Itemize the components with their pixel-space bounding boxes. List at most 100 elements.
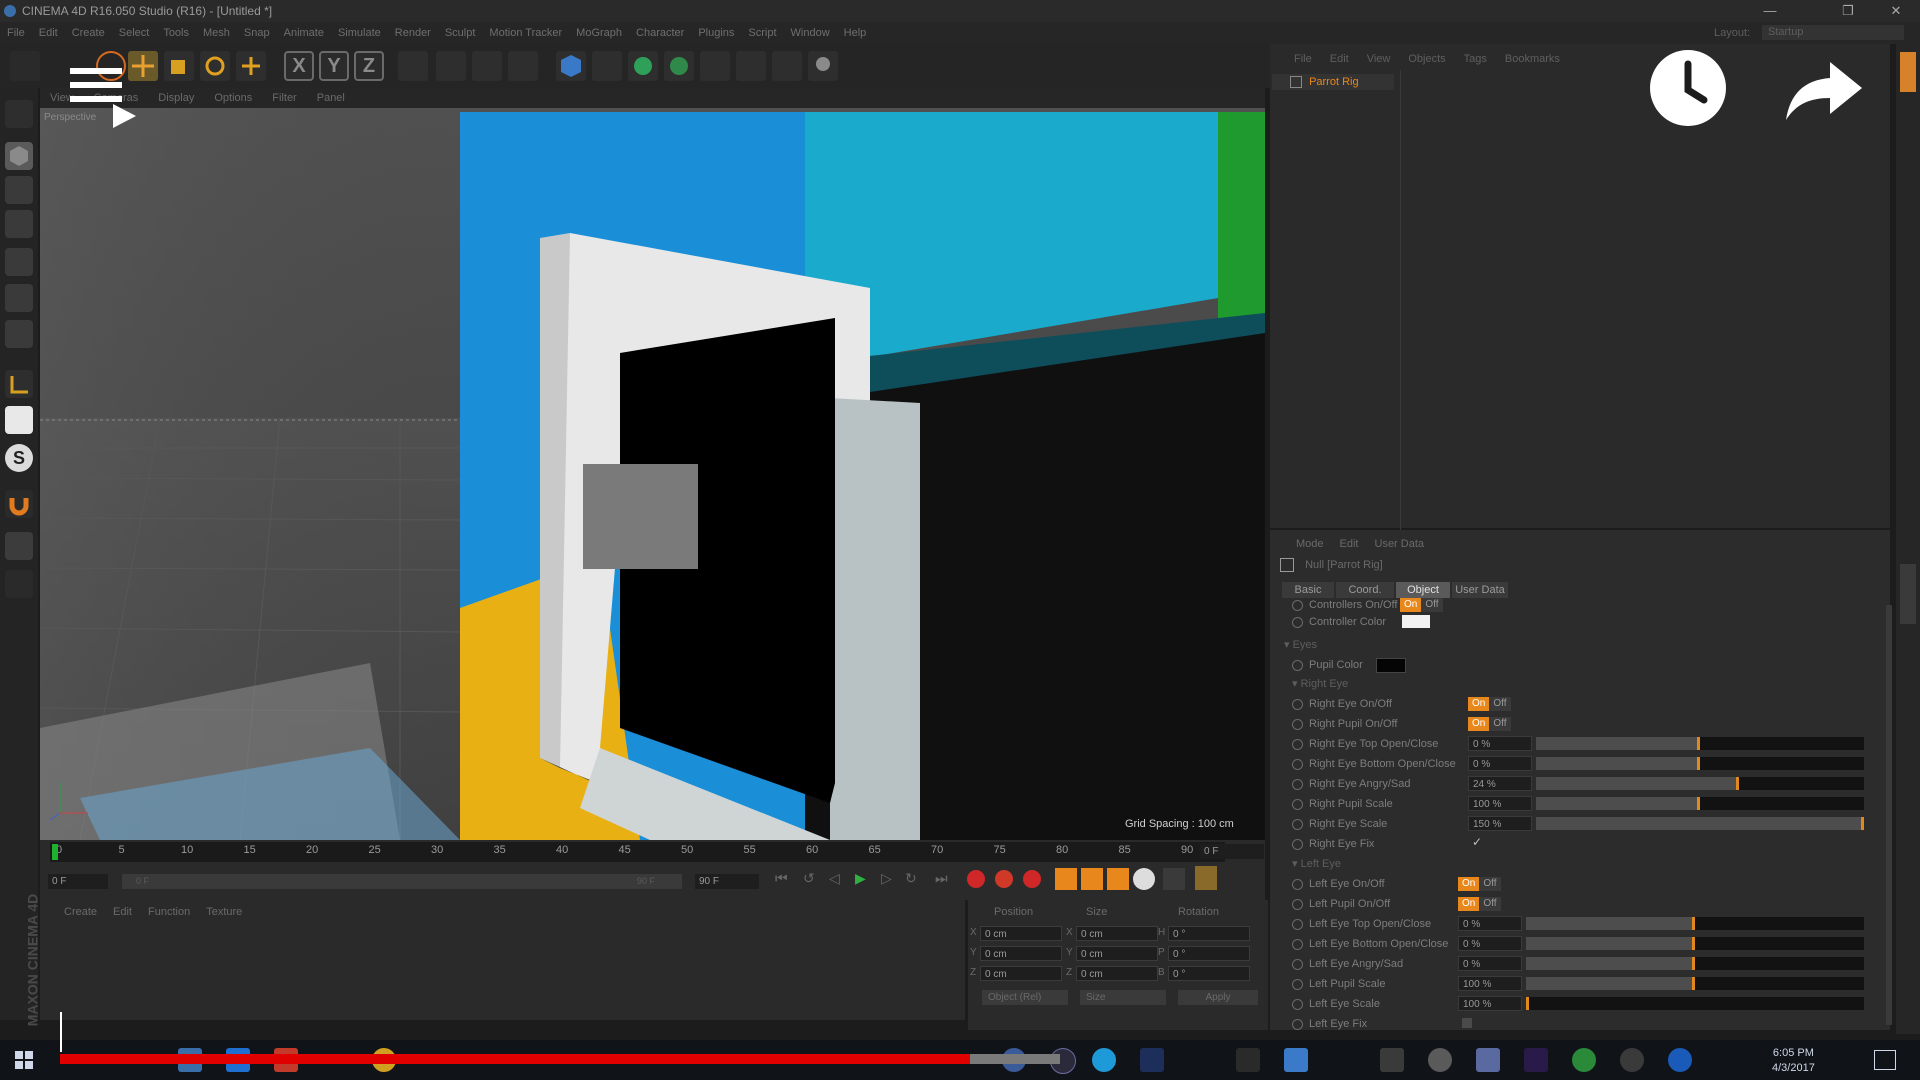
material-menu-function[interactable]: Function <box>140 906 198 918</box>
taskbar-photoshop-icon[interactable] <box>1140 1048 1164 1072</box>
position-field[interactable]: 0 cm <box>980 946 1062 961</box>
animate-dot-icon[interactable] <box>1292 838 1303 850</box>
menu-snap[interactable]: Snap <box>237 22 277 44</box>
parameter-key-icon[interactable] <box>1133 868 1155 890</box>
slider-handle[interactable] <box>1526 997 1529 1010</box>
end-frame-field[interactable]: 90 F <box>695 874 759 889</box>
left-eye-param-value-field[interactable]: 100 % <box>1458 976 1522 991</box>
slider-handle[interactable] <box>1736 777 1740 790</box>
animate-dot-icon[interactable] <box>1292 818 1303 830</box>
next-frame-icon[interactable]: ▷ <box>881 870 892 887</box>
maximize-button[interactable]: ❐ <box>1828 0 1868 22</box>
menu-select[interactable]: Select <box>112 22 157 44</box>
menu-simulate[interactable]: Simulate <box>331 22 388 44</box>
windows-start-button[interactable] <box>14 1050 34 1070</box>
animate-dot-icon[interactable] <box>1292 978 1303 990</box>
slider-handle[interactable] <box>1697 797 1700 810</box>
menu-animate[interactable]: Animate <box>277 22 331 44</box>
viewport-menu-panel[interactable]: Panel <box>307 88 355 108</box>
menu-create[interactable]: Create <box>65 22 112 44</box>
slider-handle[interactable] <box>1697 737 1700 750</box>
menu-mograph[interactable]: MoGraph <box>569 22 629 44</box>
go-to-start-icon[interactable]: ⏮ <box>775 870 788 887</box>
tweak-mode-button[interactable] <box>5 406 33 434</box>
y-axis-lock-button[interactable]: Y <box>319 51 349 81</box>
attr-menu-mode[interactable]: Mode <box>1270 536 1332 552</box>
tab-user-data[interactable]: User Data <box>1452 582 1508 598</box>
taskbar-browser-icon[interactable] <box>1428 1048 1452 1072</box>
menu-plugins[interactable]: Plugins <box>691 22 741 44</box>
floor-button[interactable] <box>736 51 766 81</box>
objmgr-menu-view[interactable]: View <box>1358 48 1400 70</box>
3d-viewport[interactable]: Perspective Grid Spacing : 100 cm <box>40 108 1265 840</box>
x-axis-lock-button[interactable]: X <box>284 51 314 81</box>
left-eye-param-slider[interactable] <box>1526 957 1864 970</box>
workplane-mode-button[interactable] <box>5 210 33 238</box>
workplane-lock-button[interactable] <box>5 532 33 560</box>
range-slider[interactable]: 0 F 90 F <box>122 874 682 889</box>
array-button[interactable] <box>664 51 694 81</box>
previous-frame-icon[interactable]: ◁ <box>829 870 840 887</box>
coordinate-system-button[interactable] <box>398 51 428 81</box>
size-field[interactable]: 0 cm <box>1076 946 1158 961</box>
menu-script[interactable]: Script <box>741 22 783 44</box>
material-menu-texture[interactable]: Texture <box>198 906 250 918</box>
taskbar-settings-icon[interactable] <box>1476 1048 1500 1072</box>
undo-button[interactable] <box>10 51 40 81</box>
right-eye-param-value-field[interactable]: 0 % <box>1468 736 1532 751</box>
rotation-key-icon[interactable] <box>1107 868 1129 890</box>
animate-dot-icon[interactable] <box>1292 1018 1303 1030</box>
size-field[interactable]: 0 cm <box>1076 966 1158 981</box>
slider-handle[interactable] <box>1861 817 1864 830</box>
keyframe-selection-icon[interactable] <box>1023 870 1041 888</box>
object-row-parrot-rig[interactable]: Parrot Rig <box>1272 74 1394 90</box>
menu-mesh[interactable]: Mesh <box>196 22 237 44</box>
right-eye-param-slider[interactable] <box>1536 797 1864 810</box>
off-toggle[interactable]: Off <box>1479 877 1501 891</box>
eyes-group-header[interactable]: ▾ Eyes <box>1284 638 1317 652</box>
close-button[interactable]: ✕ <box>1876 0 1916 22</box>
taskbar-clock[interactable]: 6:05 PM 4/3/2017 <box>1772 1046 1815 1076</box>
on-toggle[interactable]: On <box>1468 717 1490 731</box>
current-frame-field[interactable]: 0 F <box>1200 844 1264 859</box>
right-eye-param-slider[interactable] <box>1536 737 1864 750</box>
render-settings-button[interactable] <box>508 51 538 81</box>
taskbar-skype-icon[interactable] <box>1092 1048 1116 1072</box>
slider-handle[interactable] <box>1692 977 1695 990</box>
pupil-color-swatch[interactable] <box>1376 658 1406 673</box>
scale-tool-button[interactable] <box>164 51 194 81</box>
taskbar-app-icon[interactable] <box>1284 1048 1308 1072</box>
controller-color-swatch[interactable] <box>1402 615 1430 628</box>
timeline-ruler[interactable]: 0 5 10 15 20 25 30 35 40 45 50 55 60 65 70 75 80 85 90 <box>50 842 1225 862</box>
viewport-menu-display[interactable]: Display <box>148 88 204 108</box>
animate-dot-icon[interactable] <box>1292 958 1303 970</box>
position-field[interactable]: 0 cm <box>980 926 1062 941</box>
attr-menu-edit[interactable]: Edit <box>1332 536 1367 552</box>
playhead[interactable] <box>52 844 58 860</box>
material-menu-edit[interactable]: Edit <box>105 906 140 918</box>
left-eye-param-onoff[interactable]: On Off <box>1458 877 1501 891</box>
right-eye-param-value-field[interactable]: 100 % <box>1468 796 1532 811</box>
right-eye-param-slider[interactable] <box>1536 817 1864 830</box>
polygons-mode-button[interactable] <box>5 320 33 348</box>
side-tab-objects[interactable] <box>1900 52 1916 92</box>
position-key-icon[interactable] <box>1055 868 1077 890</box>
objmgr-menu-objects[interactable]: Objects <box>1399 48 1454 70</box>
light-button[interactable] <box>808 51 838 81</box>
left-eye-param-value-field[interactable]: 0 % <box>1458 916 1522 931</box>
share-button[interactable] <box>1784 58 1864 122</box>
menu-motion-tracker[interactable]: Motion Tracker <box>482 22 569 44</box>
start-frame-field[interactable]: 0 F <box>48 874 108 889</box>
left-eye-param-slider[interactable] <box>1526 917 1864 930</box>
right-eye-param-slider[interactable] <box>1536 757 1864 770</box>
side-tab-attributes[interactable] <box>1900 564 1916 624</box>
position-field[interactable]: 0 cm <box>980 966 1062 981</box>
right-eye-param-checkbox[interactable]: ✓ <box>1472 835 1484 849</box>
video-progress-played[interactable] <box>60 1054 970 1064</box>
menu-file[interactable]: File <box>0 22 32 44</box>
animate-dot-icon[interactable] <box>1292 798 1303 810</box>
tab-object[interactable]: Object <box>1396 582 1450 598</box>
right-eye-param-onoff[interactable]: On Off <box>1468 697 1511 711</box>
texture-mode-button[interactable] <box>5 176 33 204</box>
taskbar-media-icon[interactable] <box>1380 1048 1404 1072</box>
